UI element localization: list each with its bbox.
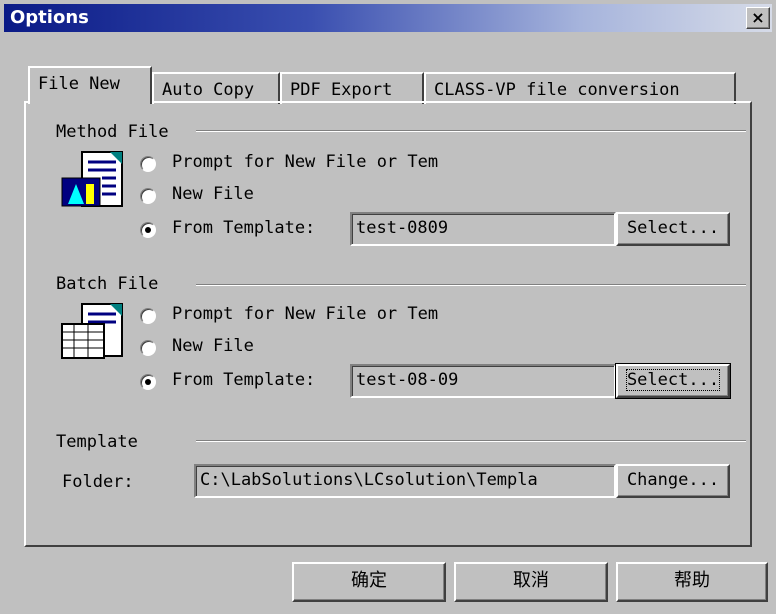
tab-file-new[interactable]: File New xyxy=(28,66,152,104)
tab-auto-copy[interactable]: Auto Copy xyxy=(152,72,280,104)
dialog-title: Options xyxy=(10,7,89,28)
close-button[interactable]: × xyxy=(746,7,770,29)
batch-file-group-label: Batch File xyxy=(56,274,159,294)
title-bar: Options × xyxy=(4,4,772,32)
tab-label: Auto Copy xyxy=(162,80,255,100)
cancel-button[interactable]: 取消 xyxy=(454,562,608,602)
tab-label: PDF Export xyxy=(290,80,393,100)
method-from-template-label: From Template: xyxy=(172,218,316,238)
tab-label: CLASS-VP file conversion xyxy=(434,80,680,100)
ok-button[interactable]: 确定 xyxy=(292,562,446,602)
group-divider xyxy=(196,130,746,132)
method-prompt-radio[interactable] xyxy=(140,156,156,172)
group-divider xyxy=(196,440,746,442)
method-prompt-label: Prompt for New File or Tem xyxy=(172,152,439,172)
group-divider xyxy=(196,284,746,286)
method-new-file-radio[interactable] xyxy=(140,188,156,204)
tab-class-vp-conversion[interactable]: CLASS-VP file conversion xyxy=(424,72,736,104)
folder-label: Folder: xyxy=(62,472,134,492)
method-new-file-label: New File xyxy=(172,184,254,204)
batch-select-label: Select... xyxy=(625,369,721,391)
change-folder-button[interactable]: Change... xyxy=(616,464,730,498)
batch-prompt-radio[interactable] xyxy=(140,308,156,324)
method-select-button[interactable]: Select... xyxy=(616,212,730,246)
batch-select-button[interactable]: Select... xyxy=(615,363,731,399)
method-from-template-radio[interactable] xyxy=(140,222,156,238)
batch-new-file-label: New File xyxy=(172,336,254,356)
method-template-field[interactable]: test-0809 xyxy=(350,212,616,246)
batch-prompt-label: Prompt for New File or Tem xyxy=(172,304,439,324)
batch-new-file-radio[interactable] xyxy=(140,340,156,356)
method-file-group-label: Method File xyxy=(56,122,169,142)
batch-template-field[interactable]: test-08-09 xyxy=(350,364,616,398)
tab-label: File New xyxy=(38,74,120,94)
batch-from-template-radio[interactable] xyxy=(140,374,156,390)
template-group-label: Template xyxy=(56,432,138,452)
help-button[interactable]: 帮助 xyxy=(616,562,768,602)
batch-from-template-label: From Template: xyxy=(172,370,316,390)
method-file-icon xyxy=(61,151,123,207)
folder-path-field[interactable]: C:\LabSolutions\LCsolution\Templa xyxy=(194,464,616,498)
batch-file-icon xyxy=(61,303,123,359)
tab-pdf-export[interactable]: PDF Export xyxy=(280,72,424,104)
options-dialog: Options × File New Auto Copy PDF Export … xyxy=(0,0,776,614)
